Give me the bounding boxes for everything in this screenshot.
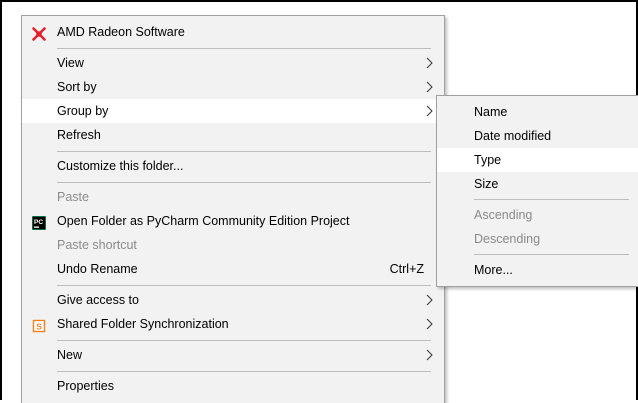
svg-text:PC: PC xyxy=(34,219,43,226)
menu-separator xyxy=(57,151,431,152)
submenu-item-label: Descending xyxy=(474,232,541,246)
menu-item-label: View xyxy=(57,56,84,70)
menu-item-label: Undo Rename xyxy=(57,262,138,276)
submenu-item-name[interactable]: Name xyxy=(437,100,638,124)
submenu-item-type[interactable]: Type xyxy=(437,148,638,172)
menu-separator xyxy=(57,182,431,183)
submenu-item-label: More... xyxy=(474,263,513,277)
menu-separator xyxy=(57,285,431,286)
menu-item-label: AMD Radeon Software xyxy=(57,25,185,39)
menu-item-label: Shared Folder Synchronization xyxy=(57,317,229,331)
chevron-right-icon xyxy=(426,349,433,361)
menu-separator xyxy=(57,371,431,372)
menu-item-undo-rename[interactable]: Undo Rename Ctrl+Z xyxy=(22,257,444,281)
menu-item-label: Customize this folder... xyxy=(57,159,184,173)
menu-item-give-access[interactable]: Give access to xyxy=(22,288,444,312)
menu-item-label: New xyxy=(57,348,83,362)
menu-item-group-by[interactable]: Group by xyxy=(22,99,444,123)
svg-text:S: S xyxy=(36,322,42,332)
menu-item-open-pycharm[interactable]: PC Open Folder as PyCharm Community Edit… xyxy=(22,209,444,233)
menu-item-view[interactable]: View xyxy=(22,51,444,75)
submenu-item-descending[interactable]: Descending xyxy=(437,227,638,251)
menu-item-label: Open Folder as PyCharm Community Edition… xyxy=(57,214,350,228)
menu-item-label: Group by xyxy=(57,104,109,118)
menu-item-new[interactable]: New xyxy=(22,343,444,367)
submenu-item-date-modified[interactable]: Date modified xyxy=(437,124,638,148)
menu-item-amd-radeon-software[interactable]: AMD Radeon Software xyxy=(22,20,444,44)
menu-separator xyxy=(57,340,431,341)
shortcut-text: Ctrl+Z xyxy=(389,262,424,276)
submenu-item-label: Ascending xyxy=(474,208,533,222)
menu-separator xyxy=(57,48,431,49)
submenu-item-label: Name xyxy=(474,105,508,119)
menu-item-label: Properties xyxy=(57,379,114,393)
submenu-item-label: Size xyxy=(474,177,499,191)
amd-radeon-icon xyxy=(32,25,46,41)
chevron-right-icon xyxy=(426,294,433,306)
menu-item-properties[interactable]: Properties xyxy=(22,374,444,398)
menu-item-paste-shortcut[interactable]: Paste shortcut xyxy=(22,233,444,257)
submenu-separator xyxy=(474,199,629,200)
menu-item-label: Sort by xyxy=(57,80,97,94)
context-menu: AMD Radeon Software View Sort by Group b… xyxy=(21,15,445,403)
menu-item-paste[interactable]: Paste xyxy=(22,185,444,209)
menu-item-label: Refresh xyxy=(57,128,101,142)
menu-item-label: Paste xyxy=(57,190,89,204)
pycharm-icon: PC xyxy=(31,214,47,231)
menu-item-label: Give access to xyxy=(57,293,139,307)
submenu-item-label: Type xyxy=(474,153,502,167)
chevron-right-icon xyxy=(426,105,433,117)
submenu-item-more[interactable]: More... xyxy=(437,258,638,282)
menu-item-sort-by[interactable]: Sort by xyxy=(22,75,444,99)
sync-icon: S xyxy=(32,317,46,333)
menu-item-customize-folder[interactable]: Customize this folder... xyxy=(22,154,444,178)
menu-item-shared-folder-sync[interactable]: S Shared Folder Synchronization xyxy=(22,312,444,336)
submenu-item-ascending[interactable]: Ascending xyxy=(437,203,638,227)
submenu-item-label: Date modified xyxy=(474,129,552,143)
chevron-right-icon xyxy=(426,57,433,69)
group-by-submenu: Name Date modified Type Size Ascending D… xyxy=(436,95,638,287)
chevron-right-icon xyxy=(426,318,433,330)
submenu-item-size[interactable]: Size xyxy=(437,172,638,196)
menu-item-refresh[interactable]: Refresh xyxy=(22,123,444,147)
submenu-separator xyxy=(474,254,629,255)
menu-item-label: Paste shortcut xyxy=(57,238,137,252)
chevron-right-icon xyxy=(426,81,433,93)
